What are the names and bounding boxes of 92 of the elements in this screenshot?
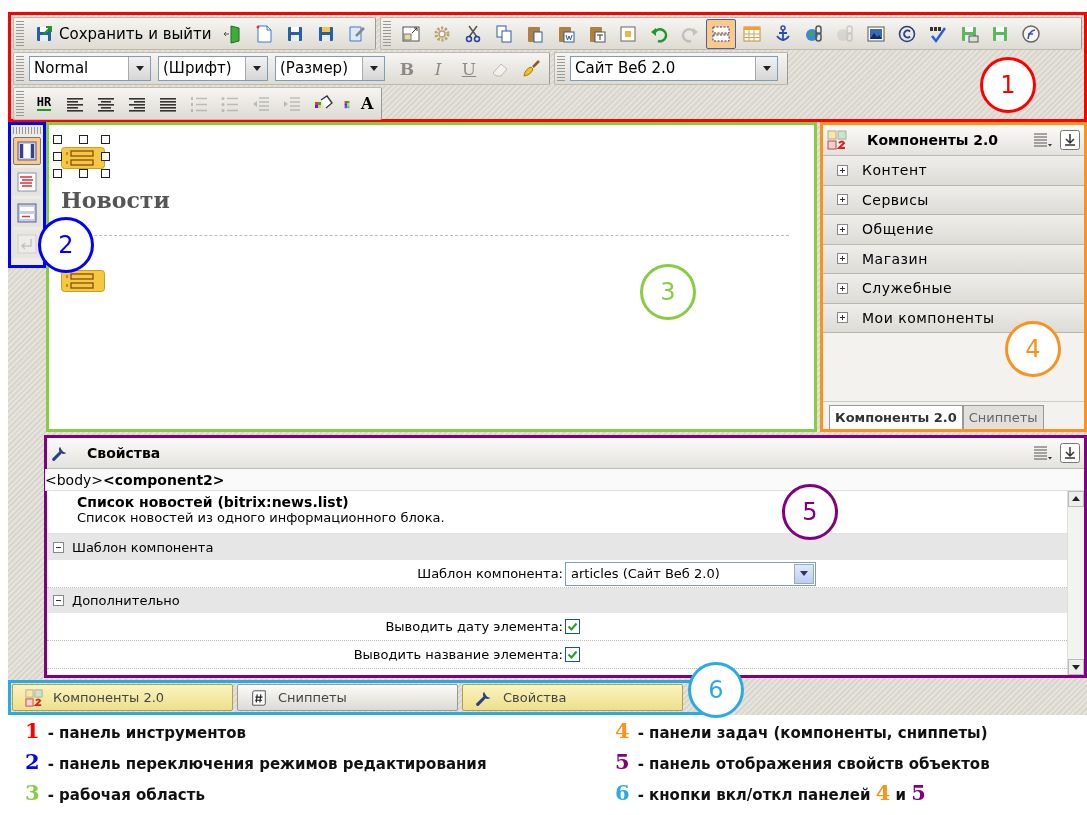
legend-text: - панели задач (компоненты, сниппеты): [637, 724, 988, 742]
dock-icon[interactable]: [1060, 130, 1080, 150]
text-color-button[interactable]: A: [339, 88, 379, 119]
section-title: Шаблон компонента: [72, 540, 214, 555]
menu-icon[interactable]: [1034, 133, 1052, 147]
field-label: Выводить дату элемента:: [384, 619, 564, 634]
category-row[interactable]: Контент: [823, 156, 1084, 186]
expand-icon[interactable]: [837, 253, 848, 265]
door-icon: [222, 23, 243, 44]
expand-icon[interactable]: [837, 164, 848, 176]
panel-title: Свойства: [87, 445, 162, 461]
page-heading: Новости: [61, 187, 170, 213]
toolbar-grip[interactable]: [16, 90, 24, 117]
save-exit-button[interactable]: Сохранить и выйти: [29, 18, 217, 49]
dropdown-field[interactable]: articles (Сайт Веб 2.0): [565, 561, 816, 586]
legend-text: - панель переключения режимов редактирования: [47, 755, 487, 773]
scroll-up-icon[interactable]: [1068, 491, 1084, 507]
table-icon: [741, 23, 762, 44]
component-icon[interactable]: [61, 147, 105, 169]
toolbar-grip[interactable]: [16, 20, 24, 47]
legend-number: 4: [615, 718, 630, 743]
legend-number: 5: [615, 749, 630, 774]
expand-icon[interactable]: [837, 223, 848, 235]
image-icon: [865, 23, 886, 44]
section-title: Дополнительно: [72, 593, 180, 608]
copyright-icon: [896, 23, 917, 44]
legend-number: 3: [25, 780, 40, 805]
panel-toggle-button[interactable]: Свойства: [462, 684, 683, 711]
dropdown-field[interactable]: (Размер): [275, 56, 385, 81]
toolbar-grip[interactable]: [16, 55, 24, 82]
dropdown-field[interactable]: (Шрифт): [158, 56, 268, 81]
caret-icon: [800, 571, 808, 576]
caret-icon: [252, 66, 261, 71]
expand-icon[interactable]: [837, 282, 848, 294]
dock-icon[interactable]: [1060, 443, 1080, 463]
copy-icon: [493, 23, 514, 44]
borders-button[interactable]: [705, 18, 736, 49]
panel-grip[interactable]: [13, 127, 41, 134]
field-label: Шаблон компонента:: [416, 566, 564, 581]
component-description: Список новостей из одного информационного блока.: [77, 510, 445, 525]
chain-icon: [834, 23, 855, 44]
mode-button[interactable]: [13, 137, 41, 165]
brush-icon: [521, 58, 541, 79]
form-icon: [17, 203, 37, 223]
expand-icon[interactable]: [837, 194, 848, 206]
resize-handle[interactable]: [79, 135, 88, 144]
collapse-icon[interactable]: [53, 542, 64, 553]
category-row[interactable]: Магазин: [823, 244, 1084, 274]
globe-link-icon: [803, 23, 824, 44]
menu-icon[interactable]: [1034, 446, 1052, 460]
category-row[interactable]: Общение: [823, 215, 1084, 245]
collapse-icon[interactable]: [53, 595, 64, 606]
legend-text: - панель отображения свойств объектов: [637, 755, 990, 773]
panel-title: Компоненты 2.0: [867, 132, 1000, 148]
checkbox[interactable]: [565, 647, 580, 662]
dropdown-field[interactable]: Сайт Веб 2.0: [570, 56, 778, 81]
layout-icon: [17, 141, 37, 161]
legend-text: - рабочая область: [47, 786, 205, 804]
category-row[interactable]: Сервисы: [823, 185, 1084, 215]
panel-toggle-button[interactable]: Сниппеты: [237, 684, 458, 711]
dropdown-field[interactable]: Normal: [29, 56, 151, 81]
category-row[interactable]: Служебные: [823, 274, 1084, 304]
toolbar-grip[interactable]: [382, 20, 391, 47]
legend-number: 2: [25, 749, 40, 774]
legend-text: - панель инструментов: [47, 724, 247, 742]
legend-number: 6: [615, 780, 630, 805]
text-lines-icon: [17, 172, 37, 192]
page-edit-icon: [346, 23, 367, 44]
dashed-box-icon: [710, 23, 731, 44]
hr-button[interactable]: HR: [29, 88, 59, 119]
return-icon: [17, 234, 37, 254]
field-label: Выводить название элемента:: [352, 647, 564, 662]
resize-handle[interactable]: [79, 169, 88, 178]
checkbox[interactable]: [565, 619, 580, 634]
grid-icon: [827, 130, 847, 150]
frame-icon: [617, 23, 638, 44]
legend-number: 1: [25, 718, 40, 743]
scrollbar[interactable]: [1067, 491, 1084, 675]
toolbar-grip[interactable]: [557, 55, 565, 82]
caret-icon: [135, 66, 144, 71]
scroll-down-icon[interactable]: [1068, 659, 1084, 675]
caret-icon: [762, 66, 771, 71]
expand-icon[interactable]: [837, 312, 848, 324]
panel-toggle-button[interactable]: Компоненты 2.0: [12, 684, 233, 711]
caret-icon: [369, 66, 378, 71]
panel-tab[interactable]: Компоненты 2.0: [829, 405, 963, 429]
component-title: Список новостей (bitrix:news.list): [77, 494, 349, 510]
panel-tab[interactable]: Сниппеты: [962, 405, 1044, 429]
hash-scroll-icon: [250, 688, 268, 707]
legend-text: - кнопки вкл/откл панелей 4 и 5: [637, 780, 926, 805]
tag-breadcrumb: <body><component2>: [45, 469, 1084, 491]
grid-icon: [25, 688, 43, 707]
